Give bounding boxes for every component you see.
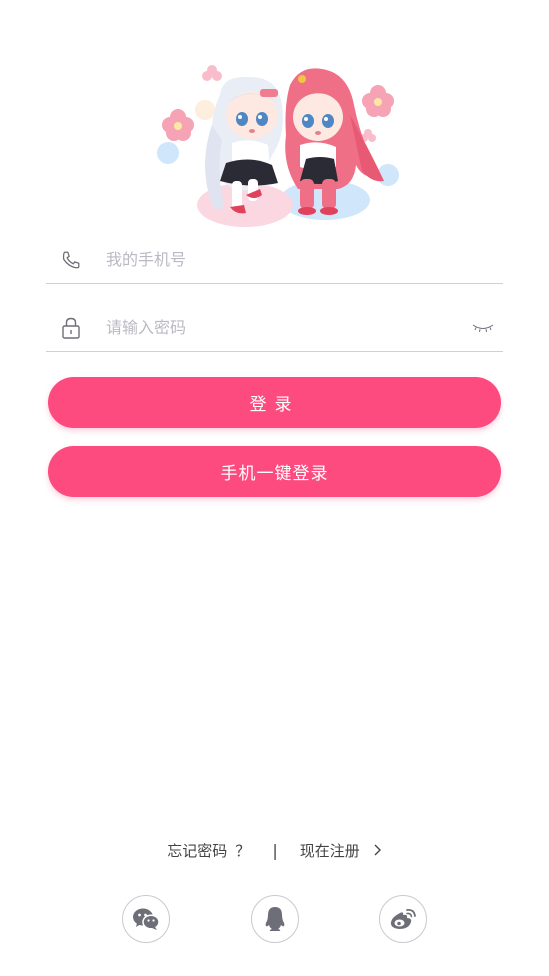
wechat-login-button[interactable]	[122, 895, 170, 943]
anime-girls-illustration	[157, 65, 399, 227]
quick-login-button[interactable]: 手机一键登录	[48, 446, 501, 497]
password-field	[46, 304, 503, 352]
phone-field	[46, 236, 503, 284]
lock-icon	[46, 304, 106, 351]
register-link[interactable]: 现在注册	[300, 840, 382, 861]
chevron-right-icon	[372, 843, 382, 857]
register-label: 现在注册	[299, 841, 360, 860]
forgot-password-link[interactable]: 忘记密码 ？	[167, 840, 250, 861]
phone-icon	[46, 236, 106, 283]
login-screen: 登录 手机一键登录 忘记密码 ？ | 现在注册	[0, 0, 549, 976]
weibo-icon	[390, 908, 416, 929]
qq-login-button[interactable]	[251, 895, 299, 943]
password-input[interactable]	[106, 318, 463, 337]
login-button[interactable]: 登录	[48, 377, 501, 428]
phone-input[interactable]	[106, 250, 503, 269]
social-login-row	[0, 895, 549, 943]
footer-links: 忘记密码 ？ | 现在注册	[0, 836, 549, 864]
links-divider: |	[272, 840, 278, 860]
wechat-icon	[133, 908, 160, 930]
eye-closed-icon[interactable]	[463, 304, 503, 351]
weibo-login-button[interactable]	[379, 895, 427, 943]
forgot-password-qmark: ？	[235, 841, 251, 860]
qq-icon	[265, 907, 285, 931]
forgot-password-label: 忘记密码	[167, 841, 228, 860]
